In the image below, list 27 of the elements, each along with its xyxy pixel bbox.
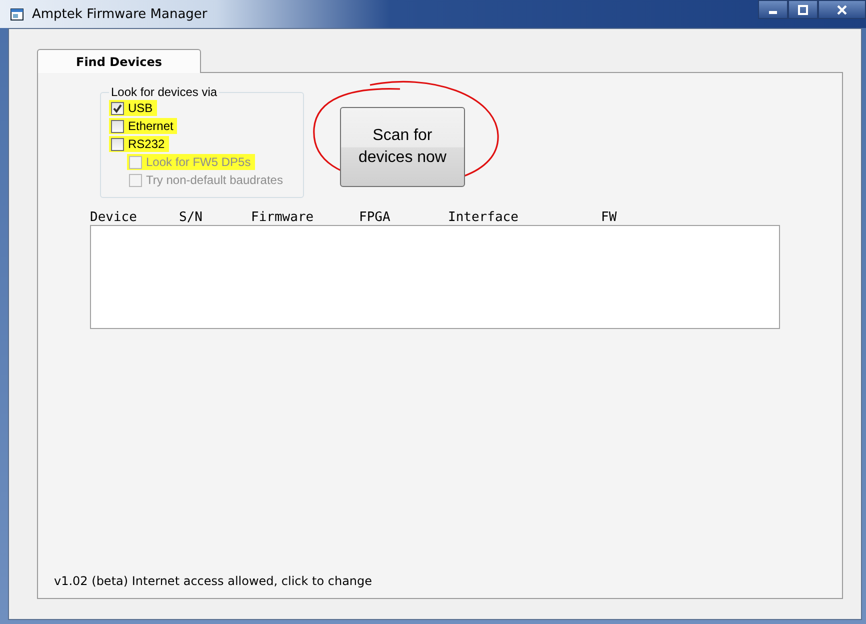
minimize-button[interactable] [758, 0, 788, 19]
column-header: Device [90, 210, 138, 225]
column-header: FW [601, 210, 618, 225]
app-icon [10, 8, 24, 20]
checkbox-label: RS232 [128, 137, 165, 151]
column-header: Interface [448, 210, 520, 225]
status-link[interactable]: v1.02 (beta) Internet access allowed, click to change [54, 574, 372, 588]
maximize-button[interactable] [788, 0, 818, 19]
tab[interactable]: Find Devices [37, 49, 202, 73]
minimize-icon [769, 10, 777, 14]
checkbox-label: Ethernet [128, 119, 174, 133]
checkbox[interactable] [111, 102, 124, 114]
close-button[interactable] [818, 0, 866, 19]
window-title: Amptek Firmware Manager [32, 6, 208, 22]
close-icon [837, 4, 847, 14]
maximize-icon [798, 4, 808, 14]
column-header: Firmware [251, 210, 315, 225]
scan-button[interactable]: Scan for devices now [340, 107, 465, 187]
checkbox-label: Look for FW5 DP5s [146, 155, 251, 169]
checkbox-label: USB [128, 101, 153, 115]
column-header: FPGA [359, 210, 392, 225]
group-title: Look for devices via [110, 85, 218, 99]
checkbox[interactable] [111, 138, 124, 150]
device-list[interactable] [90, 225, 780, 329]
column-header: S/N [179, 210, 204, 225]
checkbox[interactable] [111, 120, 124, 132]
checkbox-label: Try non-default baudrates [146, 173, 283, 187]
